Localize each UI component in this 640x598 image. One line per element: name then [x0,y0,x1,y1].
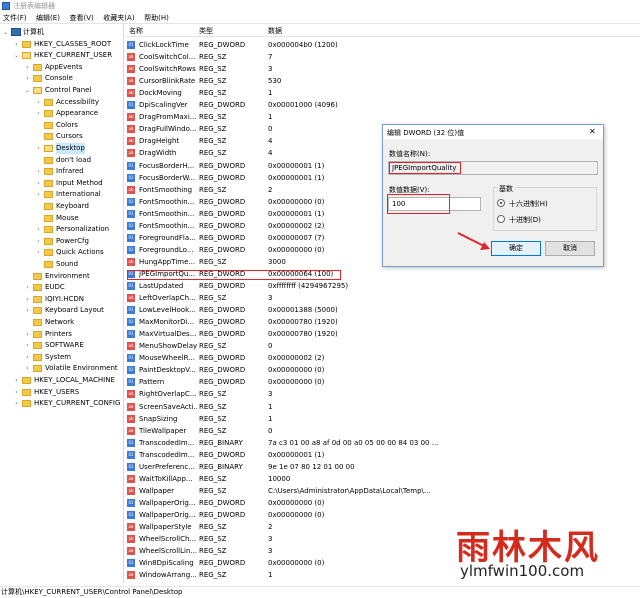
red-arrow-icon [457,232,490,250]
site-watermark: 雨林木风 ylmfwin100.com [440,520,640,590]
watermark-url: ylmfwin100.com [460,562,585,580]
